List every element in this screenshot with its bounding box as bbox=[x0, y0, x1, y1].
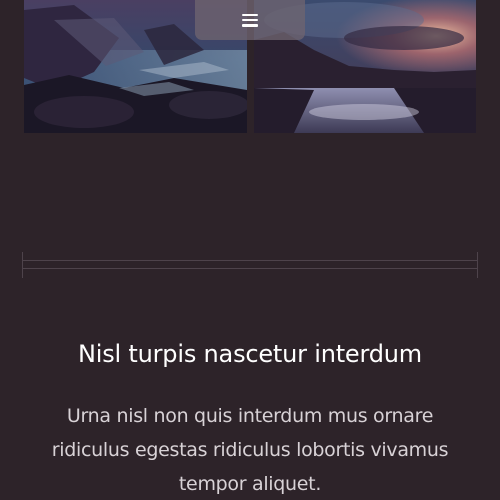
section-headline: Nisl turpis nascetur interdum bbox=[78, 340, 422, 368]
menu-toggle-button[interactable] bbox=[195, 0, 305, 40]
divider-left-cap bbox=[22, 252, 23, 278]
divider-right-cap bbox=[477, 252, 478, 278]
divider-line-top bbox=[22, 260, 478, 261]
section-divider bbox=[22, 252, 478, 278]
divider-line-bottom bbox=[22, 268, 478, 269]
menu-icon bbox=[242, 13, 258, 27]
section-description: Urna nisl non quis interdum mus ornare r… bbox=[51, 405, 449, 495]
